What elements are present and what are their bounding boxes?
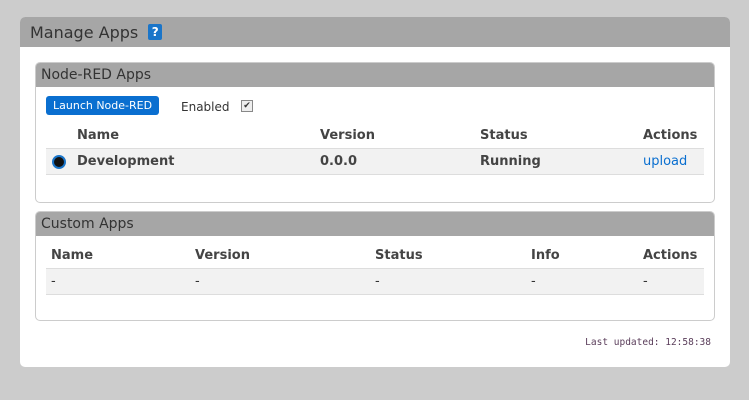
node-red-apps-title: Node-RED Apps <box>36 63 714 87</box>
cell-status: - <box>375 274 380 289</box>
col-actions: Actions <box>643 248 698 263</box>
col-status: Status <box>375 248 423 263</box>
col-name: Name <box>77 128 120 143</box>
col-info: Info <box>531 248 560 263</box>
last-updated: Last updated: 12:58:38 <box>585 337 711 348</box>
col-actions: Actions <box>643 128 698 143</box>
table-row: - - - - - <box>46 268 704 295</box>
node-red-apps-panel: Node-RED Apps Launch Node-RED Enabled ✔ … <box>35 62 715 203</box>
page-title: Manage Apps <box>30 22 139 42</box>
col-version: Version <box>320 128 375 143</box>
col-status: Status <box>480 128 528 143</box>
launch-node-red-button[interactable]: Launch Node-RED <box>46 96 160 115</box>
app-status: Running <box>480 154 541 169</box>
cell-actions: - <box>643 274 648 289</box>
upload-link[interactable]: upload <box>643 149 687 174</box>
select-radio[interactable] <box>52 155 66 169</box>
cell-name: - <box>51 274 56 289</box>
cell-version: - <box>195 274 200 289</box>
custom-apps-panel: Custom Apps Name Version Status Info Act… <box>35 211 715 321</box>
app-version: 0.0.0 <box>320 154 358 169</box>
node-red-apps-table: Name Version Status Actions Development … <box>46 123 704 175</box>
enabled-label: Enabled <box>181 100 230 114</box>
enabled-checkbox[interactable]: ✔ <box>241 100 253 112</box>
col-name: Name <box>51 248 94 263</box>
col-version: Version <box>195 248 250 263</box>
manage-apps-panel: Manage Apps ? Node-RED Apps Launch Node-… <box>20 17 730 367</box>
table-header: Name Version Status Actions <box>46 123 704 148</box>
app-name: Development <box>77 154 175 169</box>
cell-info: - <box>531 274 536 289</box>
table-header: Name Version Status Info Actions <box>46 243 704 268</box>
panel-header: Manage Apps ? <box>20 17 730 47</box>
custom-apps-title: Custom Apps <box>36 212 714 236</box>
help-icon[interactable]: ? <box>148 24 163 40</box>
custom-apps-table: Name Version Status Info Actions - - - -… <box>46 243 704 295</box>
table-row[interactable]: Development 0.0.0 Running upload <box>46 148 704 175</box>
